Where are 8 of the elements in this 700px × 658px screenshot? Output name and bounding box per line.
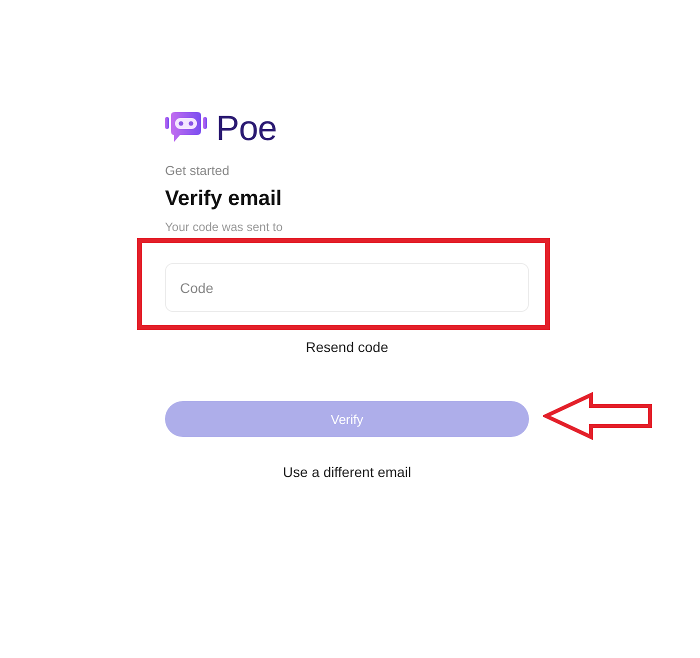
resend-code-link[interactable]: Resend code bbox=[306, 339, 388, 355]
arrow-icon bbox=[543, 392, 653, 440]
subtitle-text: Your code was sent to bbox=[165, 221, 283, 233]
logo-wordmark: Poe bbox=[216, 112, 277, 146]
code-field[interactable]: Code bbox=[165, 263, 529, 312]
eyebrow-text: Get started bbox=[165, 164, 230, 178]
change-email-link[interactable]: Use a different email bbox=[282, 464, 412, 480]
page-title: Verify email bbox=[165, 186, 283, 212]
